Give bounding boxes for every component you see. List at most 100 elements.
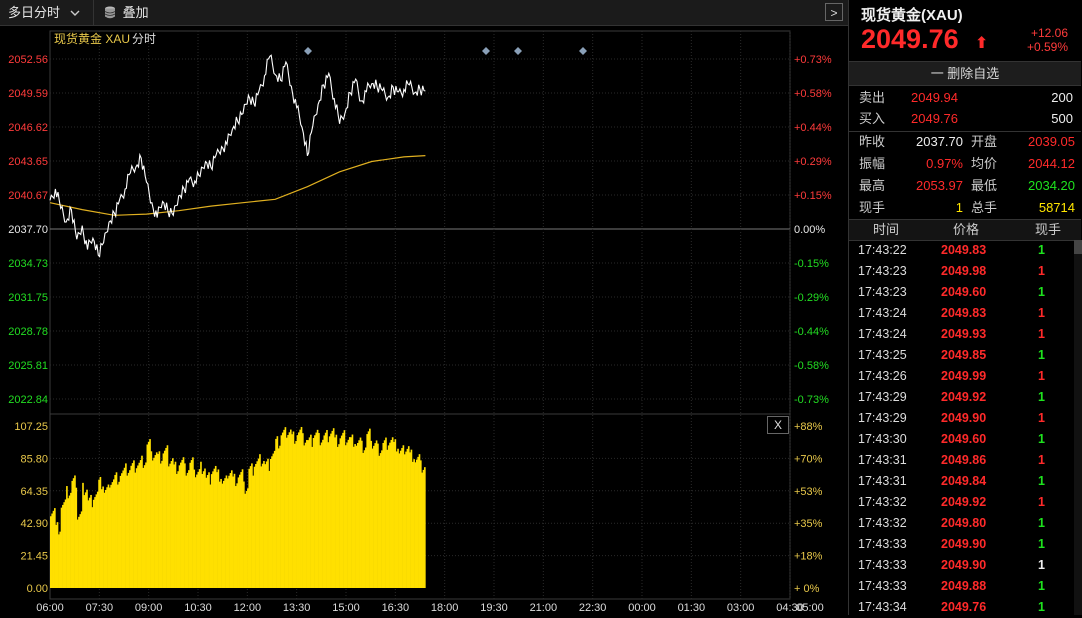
trades-header: 时间 价格 现手 — [849, 219, 1081, 241]
trade-qty: 1 — [1038, 537, 1045, 551]
trade-time: 17:43:24 — [858, 327, 907, 341]
trade-time: 17:43:33 — [858, 537, 907, 551]
period-mode-label: 多日分时 — [8, 5, 61, 20]
trade-qty: 1 — [1038, 474, 1045, 488]
trades-scrollbar[interactable] — [1074, 240, 1082, 615]
trade-row: 17:43:31 2049.86 1 — [849, 450, 1075, 471]
change-percent: +0.59% — [1026, 40, 1068, 54]
price-axis-label: 2049.59 — [8, 88, 48, 100]
trade-time: 17:43:33 — [858, 558, 907, 572]
period-mode-dropdown[interactable]: 多日分时 — [8, 0, 80, 25]
average-price-line — [49, 155, 426, 216]
volume-percent-label: + 0% — [794, 583, 820, 595]
time-axis-label: 03:00 — [727, 602, 755, 614]
volume-percent-label: +70% — [794, 453, 823, 465]
trade-row: 17:43:29 2049.90 1 — [849, 408, 1075, 429]
time-axis-label: 07:30 — [86, 602, 114, 614]
volume-axis-label: 64.35 — [20, 486, 48, 498]
trade-qty: 1 — [1038, 516, 1045, 530]
intraday-chart[interactable]: 2052.56 +0.73% 2049.59 +0.58% 2046.62 +0.44% 2… — [0, 26, 848, 615]
chart-toolbar: 多日分时 叠加 > — [0, 0, 848, 26]
sell-qty: 200 — [1051, 90, 1073, 105]
trade-row: 17:43:29 2049.92 1 — [849, 387, 1075, 408]
time-axis-label: 18:00 — [431, 602, 459, 614]
trade-price: 2049.84 — [941, 474, 987, 488]
trade-price: 2049.90 — [941, 411, 987, 425]
trade-time: 17:43:31 — [858, 474, 907, 488]
trade-price: 2049.83 — [941, 306, 987, 320]
overlay-button[interactable]: 叠加 — [104, 0, 149, 25]
overlay-label: 叠加 — [122, 5, 149, 20]
trade-qty: 1 — [1038, 243, 1045, 257]
trade-time: 17:43:32 — [858, 495, 907, 509]
expand-panel-button[interactable]: > — [825, 3, 843, 21]
stat-value: 58714 — [1038, 200, 1075, 215]
percent-axis-label: +0.73% — [794, 54, 832, 66]
stat-label: 振幅 — [859, 156, 886, 171]
volume-axis-label: 0.00 — [27, 583, 48, 595]
trade-qty: 1 — [1038, 411, 1045, 425]
volume-percent-label: +35% — [794, 518, 823, 530]
chart-period-label: 分时 — [132, 32, 157, 46]
event-marker-icon — [304, 47, 312, 55]
trade-qty: 1 — [1038, 327, 1045, 341]
close-volume-button[interactable]: X — [767, 416, 789, 434]
price-axis-label: 2034.73 — [8, 258, 48, 270]
trade-qty: 1 — [1038, 285, 1045, 299]
trade-price: 2049.93 — [941, 327, 987, 341]
event-marker-icon — [579, 47, 587, 55]
remove-watchlist-button[interactable]: 一 删除自选 — [849, 61, 1081, 86]
stats-row-prev-close: 昨收 2037.70 开盘 2039.05 — [849, 131, 1081, 153]
percent-axis-label: -0.44% — [794, 326, 829, 338]
trade-price: 2049.88 — [941, 579, 987, 593]
trade-row: 17:43:33 2049.90 1 — [849, 534, 1075, 555]
trade-time: 17:43:33 — [858, 579, 907, 593]
price-axis-label: 2037.70 — [8, 224, 48, 236]
trade-time: 17:43:29 — [858, 390, 907, 404]
time-axis-label: 00:00 — [628, 602, 656, 614]
stat-label: 均价 — [971, 156, 998, 171]
time-axis-label: 19:30 — [480, 602, 508, 614]
time-axis-label: 01:30 — [678, 602, 706, 614]
percent-axis-label: -0.15% — [794, 258, 829, 270]
time-axis-label: 06:00 — [36, 602, 64, 614]
price-line — [49, 54, 426, 258]
sell-label: 卖出 — [859, 90, 886, 105]
stat-label: 总手 — [971, 200, 998, 215]
buy-row: 买入 2049.76 500 — [849, 108, 1081, 130]
price-axis-label: 2022.84 — [8, 394, 48, 406]
trade-time: 17:43:24 — [858, 306, 907, 320]
sell-row: 卖出 2049.94 200 — [849, 87, 1081, 109]
volume-axis-label: 21.45 — [20, 551, 48, 563]
time-axis-label: 05:00 — [796, 602, 824, 614]
header-price: 价格 — [953, 222, 980, 237]
time-axis-label: 10:30 — [184, 602, 212, 614]
percent-axis-label: +0.58% — [794, 88, 832, 100]
percent-axis-label: -0.58% — [794, 360, 829, 372]
event-marker-icon — [514, 47, 522, 55]
stats-row-amplitude: 振幅 0.97% 均价 2044.12 — [849, 153, 1081, 175]
price-change: +12.06 +0.59% — [1027, 26, 1068, 54]
stat-value: 2039.05 — [1028, 134, 1075, 149]
trade-row: 17:43:32 2049.92 1 — [849, 492, 1075, 513]
trade-time: 17:43:26 — [858, 369, 907, 383]
trade-qty: 1 — [1038, 432, 1045, 446]
buy-label: 买入 — [859, 111, 886, 126]
stats-row-high-low: 最高 2053.97 最低 2034.20 — [849, 175, 1081, 197]
time-axis-label: 21:00 — [530, 602, 558, 614]
arrow-up-icon: ⬆ — [975, 35, 989, 52]
trade-price: 2049.90 — [941, 558, 987, 572]
trade-qty: 1 — [1038, 348, 1045, 362]
volume-axis-label: 107.25 — [14, 421, 48, 433]
buy-qty: 500 — [1051, 111, 1073, 126]
trade-price: 2049.60 — [941, 432, 987, 446]
trade-time: 17:43:25 — [858, 348, 907, 362]
scroll-thumb[interactable] — [1074, 240, 1082, 254]
percent-axis-label: -0.73% — [794, 394, 829, 406]
quote-panel: 现货黄金(XAU) 2049.76 ⬆ +12.06 +0.59% 一 删除自选… — [848, 0, 1082, 615]
stat-label: 开盘 — [971, 134, 998, 149]
stat-value: 2044.12 — [1028, 156, 1075, 171]
trade-qty: 1 — [1038, 264, 1045, 278]
stat-value: 2053.97 — [916, 178, 963, 193]
trade-qty: 1 — [1038, 369, 1045, 383]
